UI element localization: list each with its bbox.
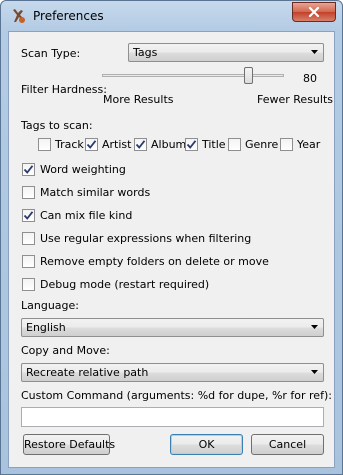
tag-title-label: Title [202,138,226,151]
option-debug-mode-restart-required-label: Debug mode (restart required) [40,278,210,291]
custom-command-label: Custom Command (arguments: %d for dupe, … [21,389,332,402]
ok-button[interactable]: OK [170,434,243,455]
filter-hardness-track[interactable] [102,74,284,77]
tag-genre-checkbox[interactable] [228,138,241,151]
tag-year-checkbox[interactable] [280,138,293,151]
option-remove-empty-folders-on-delete-or-move-label: Remove empty folders on delete or move [40,255,269,268]
check-icon [135,140,146,149]
tag-year-label: Year [297,138,321,151]
more-results-hint: More Results [103,93,174,106]
language-select[interactable]: English [21,318,324,337]
close-icon [308,7,320,17]
dropdown-arrow-icon [311,50,318,54]
restore-defaults-button[interactable]: Restore Defaults [23,434,115,455]
check-icon [23,165,34,174]
tag-genre-label: Genre [245,138,279,151]
dialog-body: Scan Type: Tags Filter Hardness: 80 More… [8,31,335,468]
cancel-button[interactable]: Cancel [251,434,324,455]
check-icon [86,140,97,149]
check-icon [186,140,197,149]
tag-album-checkbox[interactable] [134,138,147,151]
option-word-weighting-checkbox[interactable] [22,163,35,176]
tag-album-label: Album [151,138,187,151]
check-icon [23,211,34,220]
language-label: Language: [21,299,79,312]
window-title: Preferences [33,9,104,23]
app-icon [10,8,26,24]
copy-move-value: Recreate relative path [26,366,149,379]
close-button[interactable] [292,2,336,22]
tag-artist-checkbox[interactable] [85,138,98,151]
option-use-regular-expressions-when-filtering-checkbox[interactable] [22,232,35,245]
option-match-similar-words-checkbox[interactable] [22,186,35,199]
option-can-mix-file-kind-label: Can mix file kind [40,209,133,222]
title-bar[interactable]: Preferences [1,1,342,31]
preferences-window: Preferences Scan Type: Tags Filter Hardn… [0,0,343,475]
tags-to-scan-label: Tags to scan: [21,119,93,132]
dropdown-arrow-icon [311,325,318,329]
scan-type-label: Scan Type: [21,47,81,60]
option-use-regular-expressions-when-filtering-label: Use regular expressions when filtering [40,232,252,245]
fewer-results-hint: Fewer Results [257,93,333,106]
custom-command-input[interactable] [21,407,324,427]
dropdown-arrow-icon [311,370,318,374]
tag-track-checkbox[interactable] [38,138,51,151]
option-remove-empty-folders-on-delete-or-move-checkbox[interactable] [22,255,35,268]
filter-hardness-slider-thumb[interactable] [243,67,253,84]
filter-hardness-label: Filter Hardness: [21,83,107,96]
filter-hardness-value: 80 [303,72,317,85]
option-word-weighting-label: Word weighting [40,163,126,176]
option-match-similar-words-label: Match similar words [40,186,151,199]
tag-track-label: Track [55,138,84,151]
language-value: English [26,321,66,334]
copy-move-select[interactable]: Recreate relative path [21,363,324,382]
option-debug-mode-restart-required-checkbox[interactable] [22,278,35,291]
copy-move-label: Copy and Move: [21,344,110,357]
tag-title-checkbox[interactable] [185,138,198,151]
tag-artist-label: Artist [102,138,132,151]
option-can-mix-file-kind-checkbox[interactable] [22,209,35,222]
scan-type-select[interactable]: Tags [128,43,324,62]
scan-type-value: Tags [133,46,158,59]
